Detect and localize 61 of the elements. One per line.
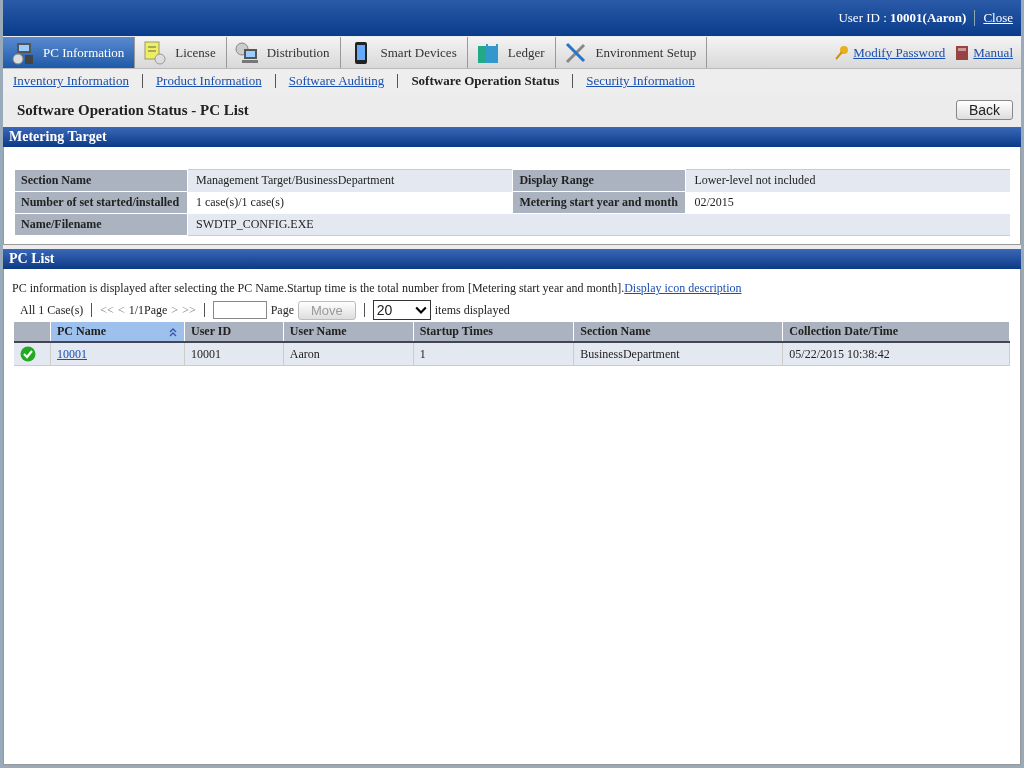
- chevron-down-icon: [414, 305, 427, 315]
- top-link[interactable]: Modify Password: [853, 44, 946, 61]
- nav-tab[interactable]: Ledger: [467, 37, 556, 68]
- section-header: Metering Target: [3, 127, 1021, 147]
- column-header[interactable]: Startup Times: [413, 322, 574, 342]
- nav-tab[interactable]: Environment Setup: [555, 37, 708, 68]
- back-button[interactable]: Back: [955, 100, 1013, 120]
- field-value: 02/2015: [685, 191, 1010, 214]
- check-circle-icon: [20, 346, 36, 362]
- table-cell: Aaron: [283, 342, 414, 366]
- icon-description-link[interactable]: Display icon description: [624, 281, 742, 295]
- nav-tab[interactable]: PC Information: [3, 37, 136, 68]
- field-label: Display Range: [512, 169, 686, 192]
- nav-tab[interactable]: License: [135, 37, 227, 68]
- certificate-icon: [143, 40, 168, 65]
- pc-name-link[interactable]: 10001: [57, 346, 87, 361]
- subnav-link[interactable]: Software Operation Status: [411, 73, 560, 89]
- field-value: Management Target/BusinessDepartment: [187, 169, 513, 192]
- user-id-label: User ID : 10001(Aaron): [838, 10, 967, 26]
- last-page-link[interactable]: >>: [182, 302, 196, 318]
- section-header: PC List: [3, 249, 1021, 269]
- sort-ascending-icon: [168, 326, 178, 337]
- field-label: Name/Filename: [14, 213, 188, 236]
- top-link[interactable]: Manual: [973, 44, 1013, 61]
- blank-column-header[interactable]: [14, 322, 51, 342]
- description-text: PC information is displayed after selecting the PC Name.Startup time is the total number from [Metering start year and month].: [12, 281, 625, 295]
- subnav-link[interactable]: Security Information: [586, 73, 695, 89]
- column-header[interactable]: Collection Date/Time: [782, 322, 1010, 342]
- page-label: Page: [270, 302, 294, 318]
- page-title: Software Operation Status - PC List: [17, 101, 249, 119]
- column-header[interactable]: User ID: [184, 322, 284, 342]
- field-label: Number of set started/installed: [14, 191, 188, 214]
- previous-page-link[interactable]: <: [117, 302, 125, 318]
- table-cell: BusinessDepartment: [573, 342, 783, 366]
- field-label: Section Name: [14, 169, 188, 192]
- field-value: 1 case(s)/1 case(s): [187, 191, 513, 214]
- nav-tab[interactable]: Distribution: [226, 37, 341, 68]
- nav-tab[interactable]: Smart Devices: [340, 37, 468, 68]
- subnav-link[interactable]: Product Information: [155, 73, 262, 89]
- table-cell: 05/22/2015 10:38:42: [782, 342, 1010, 366]
- computer-disc-icon: [234, 40, 259, 65]
- column-header[interactable]: User Name: [283, 322, 414, 342]
- items-per-page-select[interactable]: 20: [372, 300, 431, 320]
- key-icon: [834, 44, 851, 61]
- field-value: Lower-level not included: [685, 169, 1010, 192]
- close-link[interactable]: Close: [983, 10, 1013, 26]
- column-header[interactable]: Section Name: [573, 322, 783, 342]
- field-value: SWDTP_CONFIG.EXE: [187, 213, 1010, 236]
- total-count: All 1 Case(s): [20, 302, 84, 318]
- table-cell: 1: [413, 342, 574, 366]
- book-icon: [954, 44, 971, 61]
- page-input[interactable]: [212, 301, 267, 319]
- first-page-link[interactable]: <<: [100, 302, 114, 318]
- subnav-link[interactable]: Inventory Information: [13, 73, 129, 89]
- page-indicator: 1/1Page: [128, 302, 168, 318]
- subnav-link[interactable]: Software Auditing: [288, 73, 385, 89]
- field-label: Metering start year and month: [512, 191, 686, 214]
- column-header[interactable]: PC Name: [50, 322, 185, 342]
- computer-icon: [11, 40, 35, 65]
- items-displayed-label: items displayed: [434, 302, 510, 318]
- next-page-link[interactable]: >: [171, 302, 179, 318]
